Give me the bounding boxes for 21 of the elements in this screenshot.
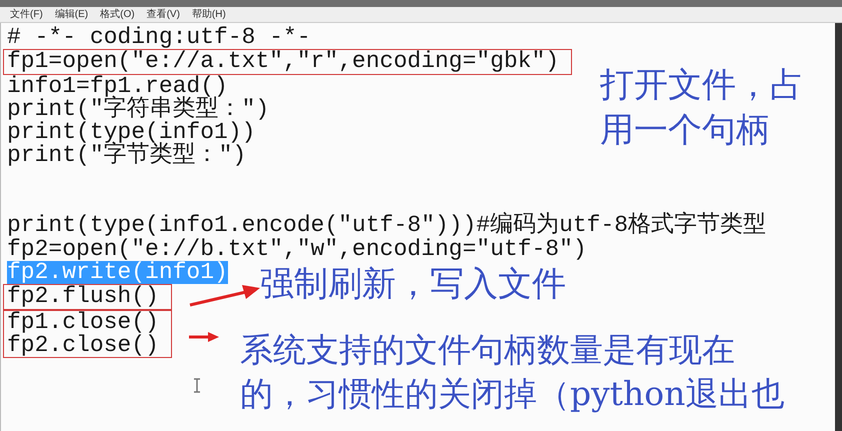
code-line: print("字节类型：") — [7, 144, 246, 168]
code-line: fp2.flush() — [7, 285, 159, 309]
text-cursor-icon — [193, 378, 201, 393]
menu-item[interactable]: 文件(F) — [10, 10, 43, 20]
annotation-text: 系统支持的文件句柄数量是有现在的，习惯性的关闭掉（python退出也 — [240, 329, 786, 415]
annotation-text: 强制刷新，写入文件 — [260, 263, 567, 306]
menu-item[interactable]: 格式(O) — [100, 10, 135, 20]
annotation-text: 打开文件，占用一个句柄 — [600, 64, 805, 152]
code-line: fp1=open("e://a.txt","r",encoding="gbk") — [7, 50, 560, 74]
menu-item[interactable]: 编辑(E) — [54, 10, 88, 20]
menu-item[interactable]: 帮助(H) — [192, 10, 226, 20]
arrow — [188, 331, 220, 343]
code-line: fp2=open("e://b.txt","w",encoding="utf-8") — [7, 238, 587, 261]
menu-item[interactable]: 查看(V) — [146, 10, 180, 20]
code-line: print("字符串类型：") — [7, 98, 270, 122]
code-line: # -*- coding:utf-8 -*- — [7, 26, 311, 50]
code-line: print(type(info1.encode("utf-8")))#编码为utf-8格式字节类型 — [7, 214, 766, 238]
code-line: fp1.close() — [7, 310, 159, 334]
code-line: info1=fp1.read() — [7, 74, 228, 98]
code-line: fp2.close() — [7, 334, 159, 358]
code-line: print(type(info1)) — [7, 121, 256, 144]
